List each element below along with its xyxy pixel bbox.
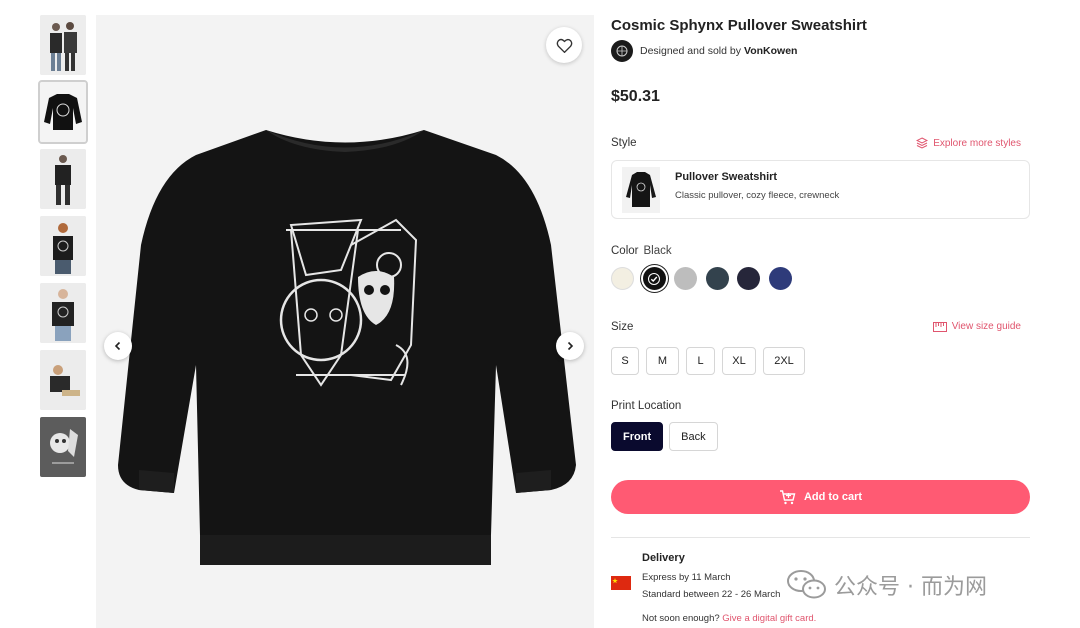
color-swatch[interactable]: [642, 267, 666, 290]
color-swatch[interactable]: [611, 267, 634, 290]
express-delivery: Express by 11 March: [642, 572, 731, 583]
size-option-l[interactable]: L: [686, 347, 715, 375]
style-card[interactable]: Pullover Sweatshirt Classic pullover, co…: [611, 160, 1030, 219]
size-option-xl[interactable]: XL: [722, 347, 756, 375]
thumbnail-flat[interactable]: [38, 80, 88, 144]
not-soon-text: Not soon enough?: [642, 613, 720, 624]
print-location-back[interactable]: Back: [669, 422, 718, 451]
color-swatches: [611, 267, 800, 290]
size-guide-link[interactable]: View size guide: [932, 321, 1021, 332]
explore-styles-link[interactable]: Explore more styles: [916, 137, 1021, 149]
thumbnail-model-sitting[interactable]: [40, 350, 86, 410]
color-label-text: Color: [611, 245, 639, 257]
sweatshirt-image: [96, 15, 594, 628]
heart-icon: [556, 38, 572, 53]
print-location-front[interactable]: Front: [611, 422, 664, 451]
size-option-2xl[interactable]: 2XL: [763, 347, 805, 375]
watermark-text: 公众号 · 而为网: [834, 575, 987, 600]
size-guide-label: View size guide: [951, 321, 1021, 332]
color-swatch[interactable]: [674, 267, 697, 290]
size-options: S M L XL 2XL: [611, 347, 812, 375]
explore-styles-label: Explore more styles: [933, 137, 1021, 149]
previous-image-button[interactable]: [104, 332, 132, 360]
gift-card-link[interactable]: Give a digital gift card.: [722, 613, 816, 624]
wechat-watermark: 公众号 · 而为网: [786, 568, 987, 602]
thumbnail-model-back[interactable]: [40, 149, 86, 209]
designer-logo-icon: [616, 45, 628, 57]
product-image-viewer: [96, 15, 594, 628]
product-price: $50.31: [611, 88, 660, 105]
thumbnail-artwork[interactable]: [40, 417, 86, 477]
add-to-cart-button[interactable]: Add to cart: [611, 480, 1030, 514]
chevron-right-icon: [567, 341, 574, 351]
ruler-icon: [932, 321, 947, 332]
designer-name-link[interactable]: VonKowen: [744, 45, 797, 57]
style-name: Pullover Sweatshirt: [675, 171, 778, 183]
add-to-cart-label: Add to cart: [803, 491, 863, 503]
style-label: Style: [611, 137, 637, 149]
color-swatch[interactable]: [737, 267, 760, 290]
color-label: Color Black: [611, 245, 672, 257]
style-description: Classic pullover, cozy fleece, crewneck: [675, 190, 840, 201]
sweatshirt-thumb-icon: [626, 172, 656, 207]
favorite-button[interactable]: [546, 27, 582, 63]
check-icon: [648, 272, 660, 285]
cart-icon: [779, 489, 796, 504]
chevron-left-icon: [114, 341, 121, 351]
delivery-title: Delivery: [642, 552, 685, 564]
china-flag-icon: [611, 576, 631, 590]
size-option-s[interactable]: S: [611, 347, 639, 375]
color-swatch[interactable]: [705, 267, 729, 290]
thumbnail-model-front[interactable]: [40, 216, 86, 276]
size-label: Size: [611, 321, 634, 333]
next-image-button[interactable]: [556, 332, 584, 360]
print-location-options: Front Back: [611, 422, 724, 451]
wechat-icon: [787, 570, 826, 599]
color-swatch[interactable]: [768, 267, 792, 290]
thumbnail-list: [38, 15, 88, 484]
designer-avatar[interactable]: [611, 40, 633, 62]
designer-prefix: Designed and sold by: [640, 45, 741, 57]
size-option-m[interactable]: M: [646, 347, 679, 375]
selected-color-value: Black: [643, 245, 672, 257]
product-title: Cosmic Sphynx Pullover Sweatshirt: [611, 17, 867, 34]
standard-delivery: Standard between 22 - 26 March: [642, 589, 781, 600]
gift-card-line: Not soon enough? Give a digital gift car…: [642, 613, 816, 624]
style-thumbnail: [622, 167, 660, 213]
divider: [611, 537, 1030, 538]
layers-icon: [916, 137, 929, 149]
thumbnail-couple[interactable]: [40, 15, 86, 75]
designer-info: Designed and sold by VonKowen: [611, 40, 797, 62]
thumbnail-model-hood[interactable]: [40, 283, 86, 343]
print-location-label: Print Location: [611, 400, 682, 412]
